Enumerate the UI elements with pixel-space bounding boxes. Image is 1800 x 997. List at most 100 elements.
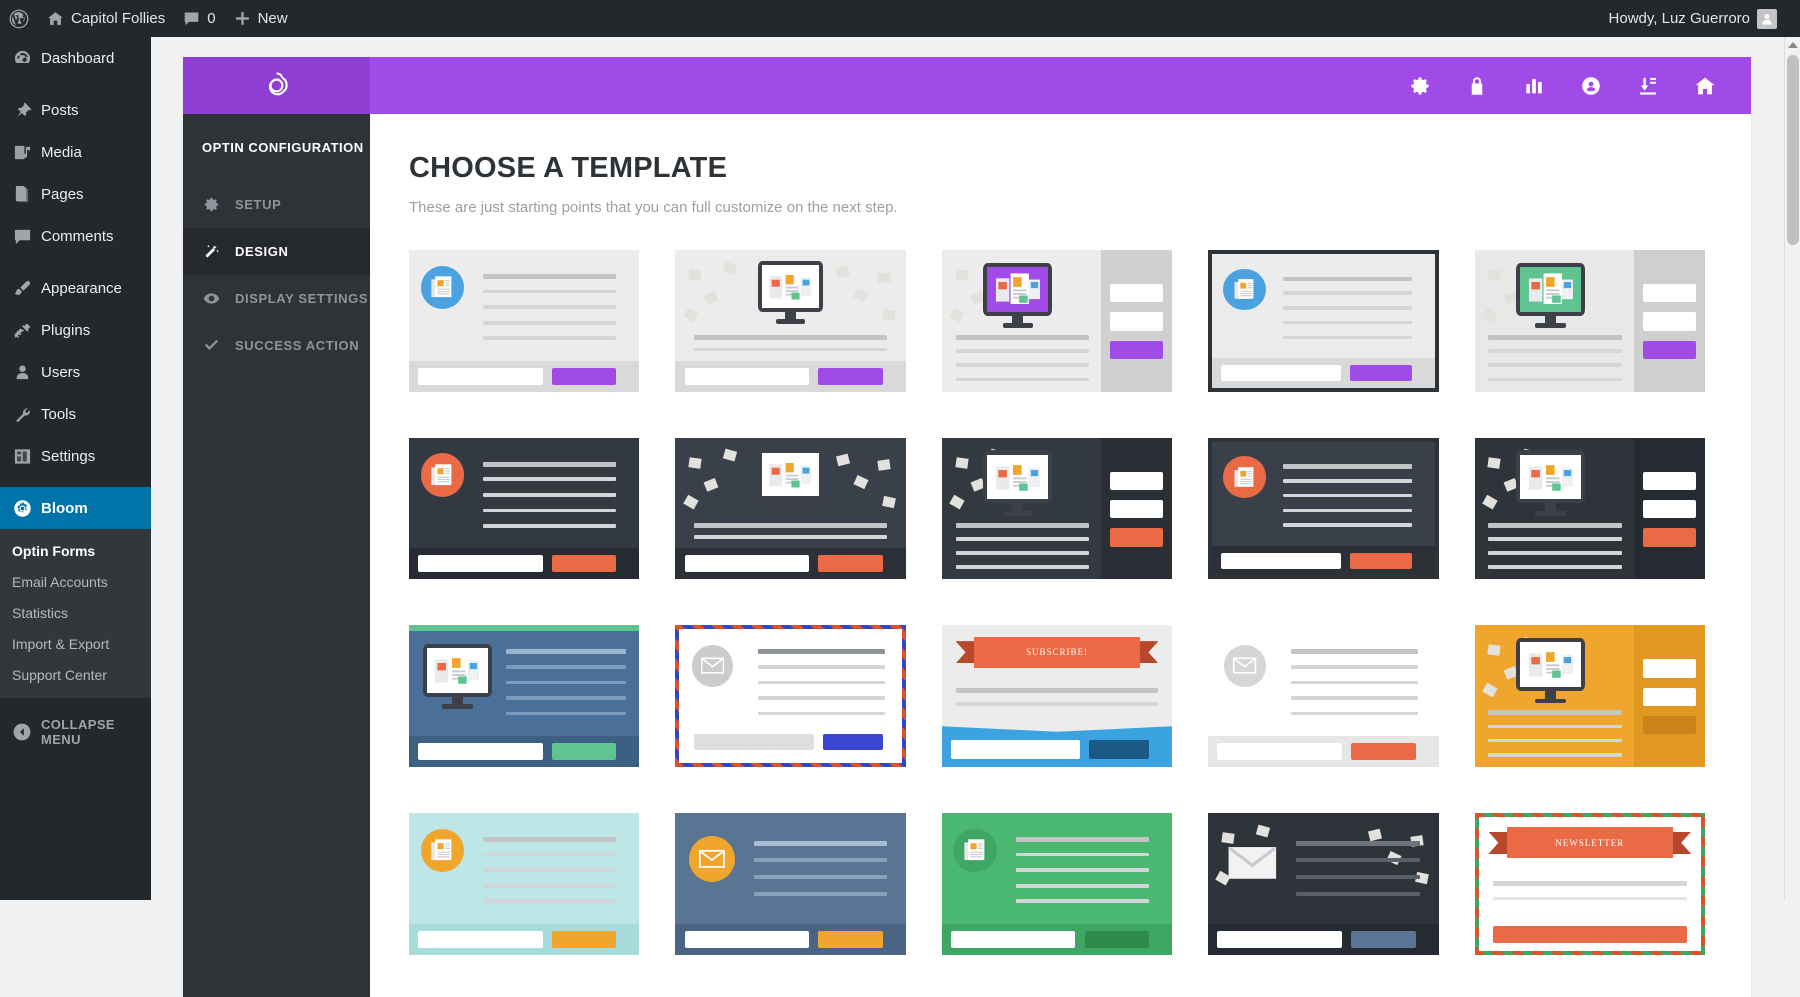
monitor-icon [1516, 262, 1586, 331]
template-card[interactable] [941, 437, 1173, 580]
text-line [482, 305, 617, 309]
template-card[interactable] [675, 437, 906, 580]
sidebar-item-comments[interactable]: Comments [0, 215, 151, 257]
wordpress-logo-button[interactable] [0, 0, 38, 37]
submenu-item-support-center[interactable]: Support Center [0, 660, 151, 691]
bloom-header-toolbar [370, 57, 1751, 114]
nav-item-design[interactable]: DESIGN [183, 228, 380, 275]
template-card[interactable] [409, 813, 640, 955]
site-name-button[interactable]: Capitol Follies [38, 0, 174, 37]
submenu-item-email-accounts[interactable]: Email Accounts [0, 567, 151, 598]
text-line [1493, 881, 1687, 886]
email-field [1642, 659, 1696, 678]
import-export-icon-button[interactable] [1619, 57, 1676, 114]
template-card[interactable] [675, 250, 906, 392]
text-line [482, 883, 617, 888]
page-scrollbar[interactable] [1784, 37, 1800, 900]
sidebar-item-dashboard[interactable]: Dashboard [0, 37, 151, 79]
template-card[interactable]: SUBSCRIBE! [941, 625, 1173, 768]
sidebar-item-tools[interactable]: Tools [0, 393, 151, 435]
confetti-bit [1487, 269, 1501, 281]
text-line [753, 892, 888, 897]
scroll-up-arrow[interactable] [1788, 42, 1798, 48]
comments-button[interactable]: 0 [174, 0, 224, 37]
nav-item-setup[interactable]: SETUP [183, 181, 370, 228]
text-line [1015, 868, 1150, 872]
template-card[interactable] [675, 625, 906, 768]
sidebar-item-plugins[interactable]: Plugins [0, 309, 151, 351]
monitor-icon [758, 261, 823, 326]
text-line [955, 335, 1090, 340]
media-icon [12, 142, 32, 162]
bloom-body: OPTIN CONFIGURATION SETUP DESIGN DISPLAY… [183, 114, 1751, 997]
bar-chart-icon-button[interactable] [1505, 57, 1562, 114]
text-line [1488, 363, 1623, 368]
newspaper-icon [420, 453, 465, 497]
sidebar-item-appearance[interactable]: Appearance [0, 267, 151, 309]
email-field [684, 930, 809, 948]
ribbon-banner: SUBSCRIBE! [955, 636, 1159, 668]
text-line [955, 522, 1090, 528]
template-card[interactable] [675, 813, 906, 955]
confetti-bit [1487, 456, 1501, 469]
template-card[interactable] [409, 437, 640, 580]
check-icon [202, 336, 221, 355]
sidebar-item-settings[interactable]: Settings [0, 435, 151, 477]
text-line [482, 852, 617, 857]
template-card[interactable] [1208, 250, 1439, 392]
collapse-menu-label: COLLAPSE MENU [41, 717, 115, 748]
text-line [1488, 335, 1623, 340]
sidebar-item-users[interactable]: Users [0, 351, 151, 393]
nav-item-label: DISPLAY SETTINGS [235, 291, 369, 306]
lock-icon-button[interactable] [1448, 57, 1505, 114]
template-card[interactable]: NEWSLETTER [1474, 813, 1705, 955]
nav-item-display-settings[interactable]: DISPLAY SETTINGS [183, 275, 370, 322]
scrollbar-thumb[interactable] [1787, 55, 1799, 245]
gear-icon-button[interactable] [1391, 57, 1448, 114]
email-field [418, 930, 543, 948]
text-line [1291, 649, 1418, 655]
newspaper-icon [420, 828, 465, 873]
home-icon-button[interactable] [1676, 57, 1733, 114]
template-card[interactable] [941, 813, 1173, 955]
account-menu-button[interactable]: Howdy, Luz Guerroro [1600, 0, 1786, 37]
envelope-icon [691, 645, 733, 687]
template-card[interactable] [1474, 437, 1705, 580]
sidebar-item-pages[interactable]: Pages [0, 173, 151, 215]
new-content-button[interactable]: New [225, 0, 297, 37]
sidebar-item-label: Bloom [41, 499, 88, 517]
template-card[interactable] [1208, 625, 1439, 768]
text-line [955, 551, 1090, 555]
text-line [1488, 522, 1623, 528]
submenu-item-statistics[interactable]: Statistics [0, 598, 151, 629]
text-line [1488, 565, 1623, 569]
email-field [1110, 471, 1163, 491]
template-card[interactable] [941, 250, 1173, 392]
text-line [1295, 875, 1421, 880]
sidebar-item-label: Dashboard [41, 49, 115, 67]
home-icon [1695, 77, 1714, 94]
submit-button [1084, 930, 1150, 948]
email-field [1221, 552, 1342, 569]
text-line [505, 665, 626, 669]
sidebar-item-media[interactable]: Media [0, 131, 151, 173]
import-export-icon [1639, 77, 1656, 95]
template-card[interactable] [1474, 625, 1705, 768]
submenu-item-import-export[interactable]: Import & Export [0, 629, 151, 660]
sidebar-item-bloom[interactable]: Bloom [0, 487, 151, 529]
submenu-item-optin-forms[interactable]: Optin Forms [0, 536, 151, 567]
template-card[interactable] [409, 250, 640, 392]
wrench-icon [12, 404, 32, 424]
newspaper-icon [1223, 268, 1266, 310]
nav-item-success-action[interactable]: SUCCESS ACTION [183, 322, 370, 369]
comment-bubble-icon [183, 10, 200, 27]
nav-item-label: SUCCESS ACTION [235, 338, 360, 353]
template-card[interactable] [1474, 250, 1705, 392]
template-card[interactable] [1208, 437, 1439, 580]
collapse-menu-button[interactable]: COLLAPSE MENU [0, 712, 151, 752]
support-circle-icon-button[interactable] [1562, 57, 1619, 114]
template-card[interactable] [1208, 813, 1439, 955]
sidebar-item-posts[interactable]: Posts [0, 89, 151, 131]
bloom-logo[interactable] [183, 57, 370, 114]
template-card[interactable] [409, 625, 640, 768]
